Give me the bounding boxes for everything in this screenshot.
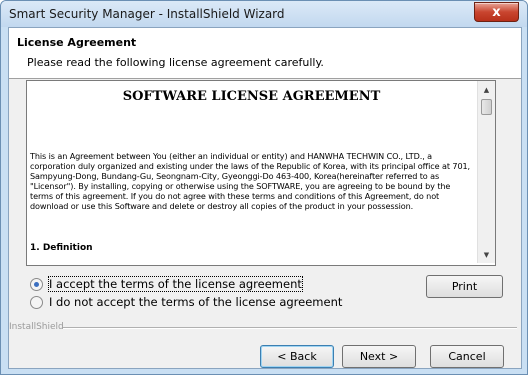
license-heading: SOFTWARE LICENSE AGREEMENT [122, 89, 381, 104]
license-scrollbar[interactable]: ▲ ▼ [477, 81, 495, 263]
close-icon: x [492, 4, 501, 20]
license-content: SOFTWARE LICENSE AGREEMENT This is an Ag… [27, 81, 476, 263]
installshield-brand: InstallShield [9, 322, 64, 332]
accept-option[interactable]: I accept the terms of the license agreem… [30, 276, 303, 292]
window-title: Smart Security Manager - InstallShield W… [9, 7, 285, 21]
scroll-down-button[interactable]: ▼ [478, 246, 495, 263]
accept-radio[interactable] [30, 277, 43, 291]
title-bar[interactable]: Smart Security Manager - InstallShield W… [1, 1, 527, 27]
license-section-title: 1. Definition [30, 243, 93, 253]
wizard-header: License Agreement Please read the follow… [9, 28, 521, 79]
scroll-up-icon: ▲ [483, 85, 490, 94]
license-text-box[interactable]: SOFTWARE LICENSE AGREEMENT This is an Ag… [26, 80, 496, 266]
decline-option[interactable]: I do not accept the terms of the license… [30, 294, 342, 310]
cancel-button[interactable]: Cancel [430, 345, 504, 368]
scroll-thumb[interactable] [481, 99, 492, 115]
scroll-down-icon: ▼ [483, 250, 490, 259]
back-button[interactable]: < Back [260, 345, 334, 368]
wizard-body: License Agreement Please read the follow… [8, 27, 522, 369]
footer-divider [63, 327, 517, 329]
installer-window: Smart Security Manager - InstallShield W… [0, 0, 528, 375]
page-subtitle: Please read the following license agreem… [27, 56, 324, 69]
decline-label[interactable]: I do not accept the terms of the license… [49, 295, 342, 309]
accept-label[interactable]: I accept the terms of the license agreem… [48, 276, 303, 292]
license-paragraph: This is an Agreement between You (either… [30, 151, 471, 211]
close-button[interactable]: x [474, 2, 519, 22]
scroll-up-button[interactable]: ▲ [478, 81, 495, 98]
print-button[interactable]: Print [426, 275, 503, 298]
next-button[interactable]: Next > [342, 345, 416, 368]
page-title: License Agreement [17, 36, 137, 49]
decline-radio[interactable] [30, 295, 43, 309]
